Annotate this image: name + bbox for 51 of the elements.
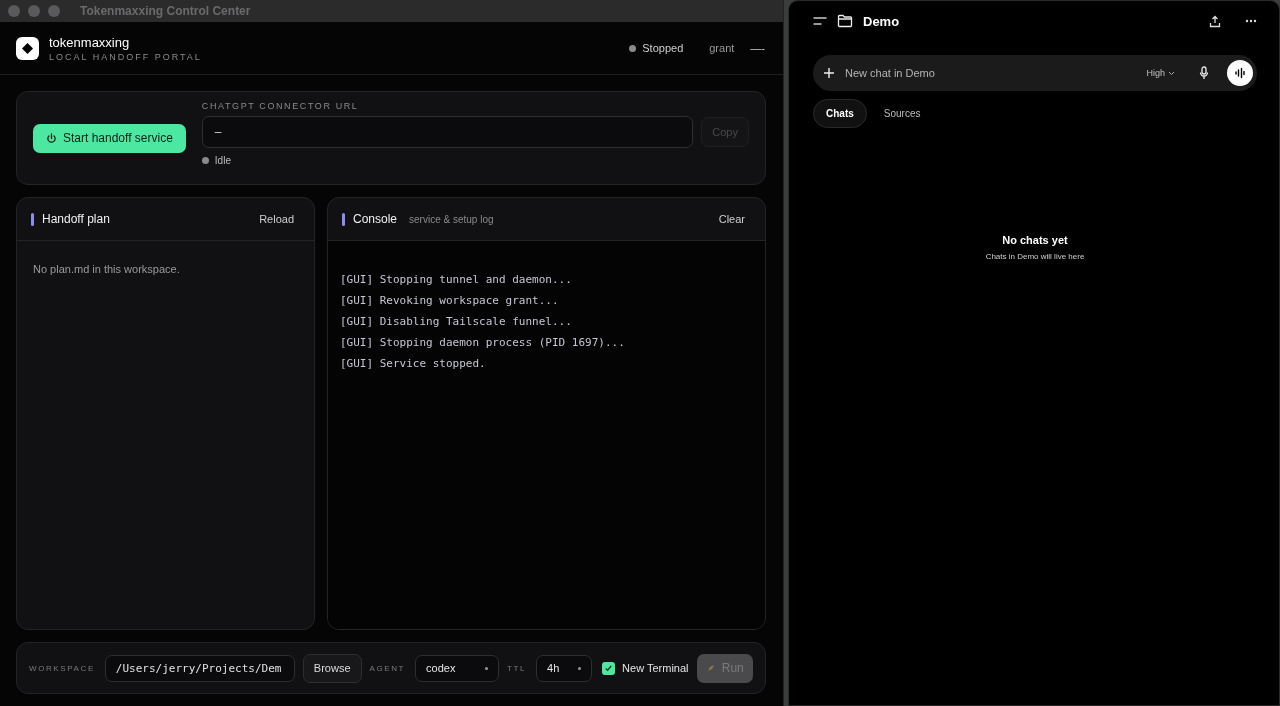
microphone-icon[interactable]	[1199, 66, 1209, 80]
empty-title: No chats yet	[1002, 234, 1068, 246]
panel-tab[interactable]: Sources	[870, 99, 934, 128]
more-icon[interactable]	[1245, 19, 1257, 23]
panel-tab[interactable]: Chats	[813, 99, 867, 128]
new-terminal-checkbox[interactable]: New Terminal	[602, 661, 689, 675]
chat-composer[interactable]: New chat in Demo High	[813, 55, 1257, 91]
chevron-down-icon	[1168, 70, 1175, 76]
agent-dropdown[interactable]: codex	[415, 654, 500, 682]
grant-value: —-	[750, 42, 765, 54]
sidebar-toggle-icon[interactable]	[813, 16, 827, 26]
composer-placeholder: New chat in Demo	[845, 67, 936, 79]
voice-button[interactable]	[1227, 60, 1253, 86]
start-service-button[interactable]: Start handoff service	[33, 123, 186, 153]
state-label: Idle	[214, 154, 231, 166]
dropdown-dot-icon	[578, 666, 582, 670]
plus-icon	[823, 67, 835, 79]
log-line: [GUI] Disabling Tailscale funnel...	[340, 315, 572, 328]
workspace-field[interactable]: /Users/jerry/Projects/Dem	[104, 654, 295, 682]
app-tagline: LOCAL HANDOFF PORTAL	[49, 51, 202, 62]
panel-title: Console	[353, 212, 398, 226]
empty-message: No plan.md in this workspace.	[32, 262, 181, 277]
browse-button[interactable]: Browse	[302, 653, 362, 683]
power-icon	[46, 132, 57, 144]
empty-subtitle: Chats in Demo will live here	[985, 252, 1085, 261]
dropdown-dot-icon	[485, 666, 489, 670]
share-icon[interactable]	[1209, 14, 1221, 28]
diamond-logo-icon	[16, 36, 39, 60]
status-label: Stopped	[642, 42, 684, 54]
ttl-dropdown[interactable]: 4h	[536, 654, 593, 682]
url-label: CHATGPT CONNECTOR URL	[201, 100, 360, 111]
window-title: Tokenmaxxing Control Center	[80, 4, 251, 18]
clear-button[interactable]: Clear	[712, 212, 751, 226]
log-line: [GUI] Stopping tunnel and daemon...	[340, 273, 572, 286]
panel-title: Handoff plan	[42, 212, 110, 226]
panel-subtitle: service & setup log	[409, 213, 494, 225]
ttl-label: TTL	[507, 663, 527, 673]
effort-dropdown[interactable]: High	[1140, 67, 1181, 79]
connector-url-field[interactable]: –	[201, 115, 694, 148]
log-line: [GUI] Revoking workspace grant...	[340, 294, 559, 307]
folder-icon	[837, 14, 853, 28]
app-name: tokenmaxxing	[49, 34, 131, 50]
reload-button[interactable]: Reload	[253, 212, 300, 226]
log-line: [GUI] Service stopped.	[340, 357, 486, 370]
agent-label: AGENT	[369, 663, 406, 673]
project-title: Demo	[863, 13, 900, 29]
checkmark-icon	[604, 663, 614, 673]
grant-label: grant	[709, 42, 735, 54]
log-line: [GUI] Stopping daemon process (PID 1697)...	[340, 336, 625, 349]
workspace-label: WORKSPACE	[29, 663, 95, 673]
waveform-icon	[1234, 67, 1246, 79]
